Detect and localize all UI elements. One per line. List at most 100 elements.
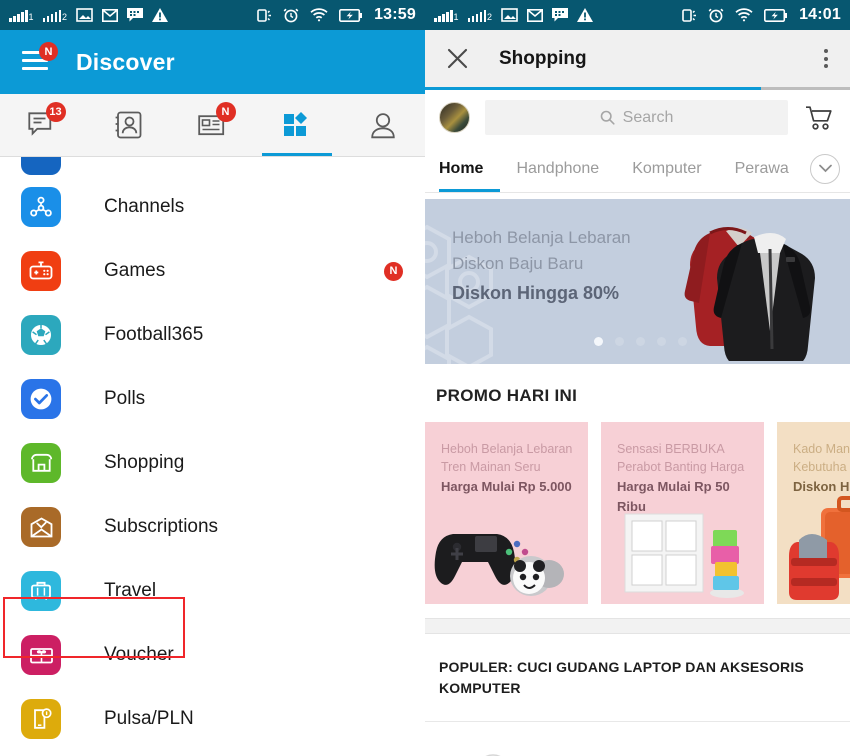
drawer-item-pulsa-pln[interactable]: Pulsa/PLN xyxy=(0,687,425,751)
vibrate-icon xyxy=(256,8,272,23)
right-status-bar: 1 2 14:01 xyxy=(425,0,850,30)
bottom-tab-strip: 13 N xyxy=(0,94,425,157)
drawer-item-travel[interactable]: Travel xyxy=(0,559,425,623)
signal-bars-1-icon: 1 xyxy=(434,8,459,22)
close-x-icon[interactable] xyxy=(447,48,468,69)
messages-badge: 13 xyxy=(45,102,66,122)
page-title: Discover xyxy=(76,48,175,75)
drawer-item-games[interactable]: Games N xyxy=(0,239,425,303)
product-row[interactable]: Harddisk Eksternal WD xyxy=(425,722,850,756)
suitcase-icon xyxy=(21,571,61,611)
drawer-label-polls: Polls xyxy=(104,388,146,409)
promo-card-3-image xyxy=(789,496,850,600)
news-badge: N xyxy=(215,102,236,122)
photo-icon xyxy=(501,8,518,22)
banner-line-3: Diskon Hingga 80% xyxy=(452,283,620,303)
left-phone-screen: 1 2 13:59 N Discover 13 N Channels Games… xyxy=(0,0,425,756)
banner-text: Heboh Belanja Lebaran Diskon Baju Baru D… xyxy=(452,225,631,307)
check-circle-icon xyxy=(21,379,61,419)
phone-topup-icon xyxy=(21,699,61,739)
promo-card-2[interactable]: Sensasi BERBUKA Perabot Banting Harga Ha… xyxy=(601,422,764,604)
popular-section-title: POPULER: CUCI GUDANG LAPTOP DAN AKSESORI… xyxy=(439,659,804,696)
promo-card-3-line-1: Kado Man xyxy=(793,442,850,456)
sim1-label: 1 xyxy=(28,12,34,22)
hamburger-menu-button[interactable]: N xyxy=(22,42,58,73)
signal-bars-2-icon: 2 xyxy=(42,8,68,22)
vibrate-icon xyxy=(681,8,697,23)
alarm-icon xyxy=(708,7,724,23)
search-icon xyxy=(600,110,615,125)
channels-icon xyxy=(21,187,61,227)
drawer-label-subscriptions: Subscriptions xyxy=(104,516,219,537)
gmail-icon xyxy=(102,8,119,22)
wifi-icon xyxy=(735,8,753,22)
gmail-icon xyxy=(527,8,544,22)
search-input[interactable]: Search xyxy=(485,100,788,135)
avatar[interactable] xyxy=(439,102,470,133)
drawer-label-football365: Football365 xyxy=(104,324,204,345)
bbm-chat-icon xyxy=(127,8,144,22)
banner-line-1: Heboh Belanja Lebaran xyxy=(452,228,631,247)
drawer-label-channels: Channels xyxy=(104,196,185,217)
chevron-down-icon[interactable] xyxy=(810,153,840,184)
tab-contacts[interactable] xyxy=(85,94,170,156)
signal-bars-1-icon: 1 xyxy=(9,8,34,22)
drawer-label-shopping: Shopping xyxy=(104,452,185,473)
storefront-icon xyxy=(21,443,61,483)
warning-icon xyxy=(577,8,594,22)
right-phone-screen: 1 2 14:01 Shopping Search Home Handphone… xyxy=(425,0,850,756)
sim2-label: 2 xyxy=(62,12,68,22)
battery-charging-icon xyxy=(764,8,788,22)
drawer-item-channels[interactable]: Channels xyxy=(0,175,425,239)
drawer-item-shopping[interactable]: Shopping xyxy=(0,431,425,495)
drawer-label-voucher: Voucher xyxy=(104,644,174,665)
discover-app-bar: N Discover xyxy=(0,30,425,94)
drawer-item-polls[interactable]: Polls xyxy=(0,367,425,431)
tab-news[interactable]: N xyxy=(170,94,255,156)
kebab-menu-icon[interactable] xyxy=(818,43,834,74)
battery-charging-icon xyxy=(339,8,363,22)
signal-bars-2-icon: 2 xyxy=(467,8,493,22)
drawer-item-football365[interactable]: Football365 xyxy=(0,303,425,367)
jackets-product-image xyxy=(684,227,815,361)
left-clock: 13:59 xyxy=(374,6,416,23)
promo-card-1-image xyxy=(434,534,564,596)
shopping-cart-icon[interactable] xyxy=(804,105,834,131)
sim2-label: 2 xyxy=(487,12,493,22)
promo-card-1-line-1: Heboh Belanja Lebaran xyxy=(441,442,573,456)
tab-profile[interactable] xyxy=(340,94,425,156)
right-clock: 14:01 xyxy=(799,6,841,23)
tab-komputer[interactable]: Komputer xyxy=(632,160,701,178)
promo-card-3-line-2: Kebutuha xyxy=(793,460,847,474)
drawer-label-games: Games xyxy=(104,260,166,281)
promo-card-1[interactable]: Heboh Belanja Lebaran Tren Mainan Seru H… xyxy=(425,422,588,604)
football-icon xyxy=(21,315,61,355)
menu-new-badge: N xyxy=(39,42,58,61)
drawer-label-travel: Travel xyxy=(104,580,157,601)
promo-card-1-line-2: Tren Mainan Seru xyxy=(441,460,541,474)
category-tab-bar: Home Handphone Komputer Perawa xyxy=(425,145,850,193)
drawer-item-voucher[interactable]: Voucher xyxy=(0,623,425,687)
tab-handphone[interactable]: Handphone xyxy=(516,160,599,178)
shopping-title: Shopping xyxy=(499,47,587,69)
shopping-app-bar: Shopping xyxy=(425,30,850,87)
tab-perawatan[interactable]: Perawa xyxy=(735,160,789,178)
promo-card-2-line-2: Perabot Banting Harga xyxy=(617,460,745,474)
grid-squares-icon xyxy=(283,112,307,136)
banner-line-2: Diskon Baju Baru xyxy=(452,254,584,273)
active-category-indicator xyxy=(439,189,500,192)
games-new-badge: N xyxy=(384,261,403,281)
envelope-check-icon xyxy=(21,507,61,547)
tab-discover[interactable] xyxy=(255,94,340,156)
tab-home[interactable]: Home xyxy=(439,160,483,178)
drawer-item-subscriptions[interactable]: Subscriptions xyxy=(0,495,425,559)
tab-messages[interactable]: 13 xyxy=(0,94,85,156)
promo-card-row[interactable]: Heboh Belanja Lebaran Tren Mainan Seru H… xyxy=(425,422,850,604)
promo-card-2-line-1: Sensasi BERBUKA xyxy=(617,442,725,456)
drawer-item-partial[interactable] xyxy=(0,157,425,175)
harddisk-product-image xyxy=(425,744,575,756)
sim1-label: 1 xyxy=(453,12,459,22)
promo-card-3[interactable]: Kado Man Kebutuha Diskon Hi xyxy=(777,422,850,604)
promo-banner[interactable]: Heboh Belanja Lebaran Diskon Baju Baru D… xyxy=(425,199,850,364)
person-icon xyxy=(370,112,395,138)
